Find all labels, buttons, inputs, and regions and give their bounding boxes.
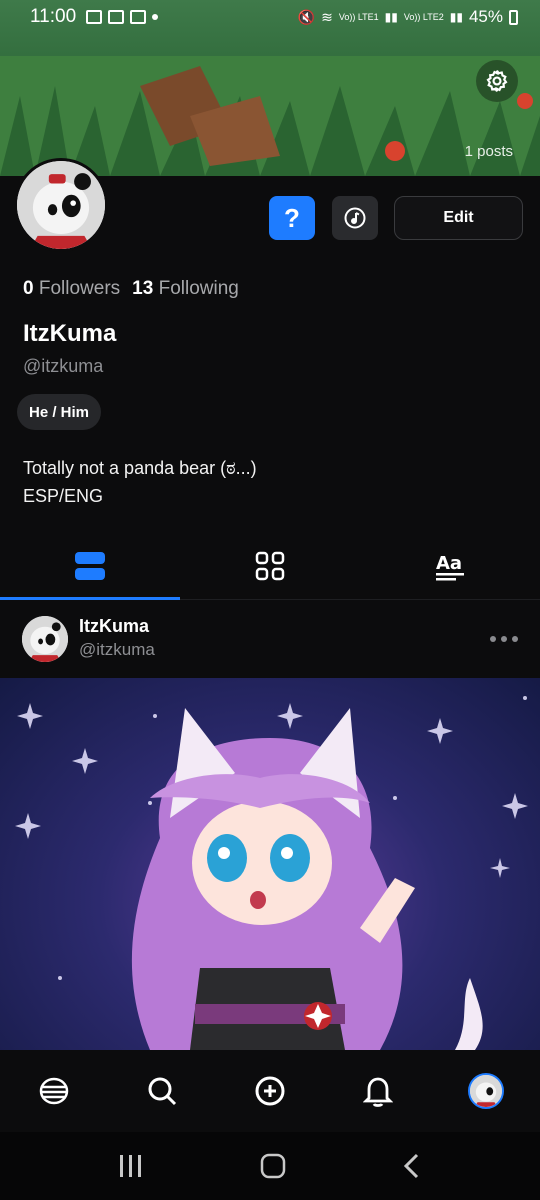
profile-name: ItzKuma: [23, 320, 117, 347]
system-navigation-bar: [0, 1132, 540, 1200]
create-icon: [255, 1076, 285, 1106]
signal-1-icon: ▮▮: [384, 10, 398, 24]
network-1-label: Vo)) LTE1: [338, 12, 379, 22]
profile-tabs: Aa: [0, 532, 540, 600]
wifi-icon: ≋: [321, 8, 333, 25]
message-notification-icon: [130, 10, 147, 24]
home-icon: [39, 1077, 69, 1105]
profile-music-button[interactable]: [332, 196, 378, 240]
nav-profile[interactable]: [432, 1073, 540, 1109]
battery-icon: [509, 9, 518, 25]
following-link[interactable]: 13 Following: [132, 278, 239, 300]
profile-banner: 11:00 🔇 ≋ Vo)) LTE1 ▮▮ Vo)) LTE2 ▮▮ 45% …: [0, 0, 540, 176]
grid-view-icon: [255, 551, 285, 580]
tab-text-view[interactable]: Aa: [360, 532, 540, 599]
post-artwork: [15, 696, 528, 1050]
tab-grid-view[interactable]: [180, 532, 360, 599]
pronouns-badge: He / Him: [17, 394, 102, 430]
tab-list-view[interactable]: [0, 532, 180, 600]
nav-search[interactable]: [108, 1075, 216, 1107]
posts-count: 1 posts: [464, 143, 513, 160]
mute-icon: 🔇: [297, 8, 316, 25]
more-notifications-icon: [152, 14, 159, 20]
nav-home[interactable]: [0, 1075, 108, 1107]
list-view-icon: [75, 551, 105, 580]
app-notification-icon: [108, 10, 125, 24]
post-author-name[interactable]: ItzKuma: [79, 616, 149, 637]
nav-notifications[interactable]: [324, 1075, 432, 1107]
network-2-label: Vo)) LTE2: [403, 12, 444, 22]
following-count: 13: [132, 278, 154, 299]
recent-apps-icon[interactable]: [118, 1154, 144, 1178]
more-dots-icon: [490, 636, 496, 642]
home-button-icon[interactable]: [260, 1153, 286, 1179]
followers-link[interactable]: 0 Followers: [23, 278, 120, 300]
status-bar: 11:00 🔇 ≋ Vo)) LTE1 ▮▮ Vo)) LTE2 ▮▮ 45%: [0, 0, 540, 34]
gear-icon: [486, 70, 508, 92]
avatar-artwork: [17, 161, 105, 249]
followers-label: Followers: [38, 278, 121, 299]
avatar-artwork: [22, 616, 68, 662]
bottom-navigation: [0, 1050, 540, 1132]
battery-level: 45%: [468, 7, 503, 26]
post-author-avatar[interactable]: [22, 616, 68, 662]
gallery-notification-icon: [86, 10, 103, 24]
follow-stats: 0 Followers 13 Following: [23, 278, 239, 300]
post-more-button[interactable]: [490, 636, 518, 642]
following-label: Following: [158, 278, 239, 299]
banner-artwork: [0, 56, 540, 176]
post-header: ItzKuma @itzkuma: [0, 608, 540, 674]
settings-button[interactable]: [476, 60, 518, 102]
bio-line-2: ESP/ENG: [23, 486, 104, 506]
search-icon: [148, 1077, 177, 1106]
signal-2-icon: ▮▮: [449, 10, 463, 24]
bell-icon: [363, 1077, 393, 1107]
svg-text:Aa: Aa: [436, 553, 462, 574]
profile-bio: Totally not a panda bear (ಠ...) ESP/ENG: [23, 454, 257, 510]
nav-create[interactable]: [216, 1075, 324, 1107]
bio-line-1: Totally not a panda bear (ಠ...): [23, 458, 257, 478]
help-button[interactable]: ?: [269, 196, 315, 240]
profile-avatar-icon: [468, 1073, 504, 1109]
profile-handle: @itzkuma: [23, 356, 104, 376]
back-icon[interactable]: [402, 1153, 422, 1179]
status-time: 11:00: [30, 6, 77, 27]
edit-profile-button[interactable]: Edit: [394, 196, 523, 240]
text-view-icon: Aa: [436, 553, 464, 580]
music-note-icon: [344, 207, 366, 229]
post-author-handle: @itzkuma: [79, 640, 155, 659]
followers-count: 0: [23, 278, 34, 299]
profile-avatar[interactable]: [14, 158, 108, 252]
post-image[interactable]: [0, 678, 540, 1050]
